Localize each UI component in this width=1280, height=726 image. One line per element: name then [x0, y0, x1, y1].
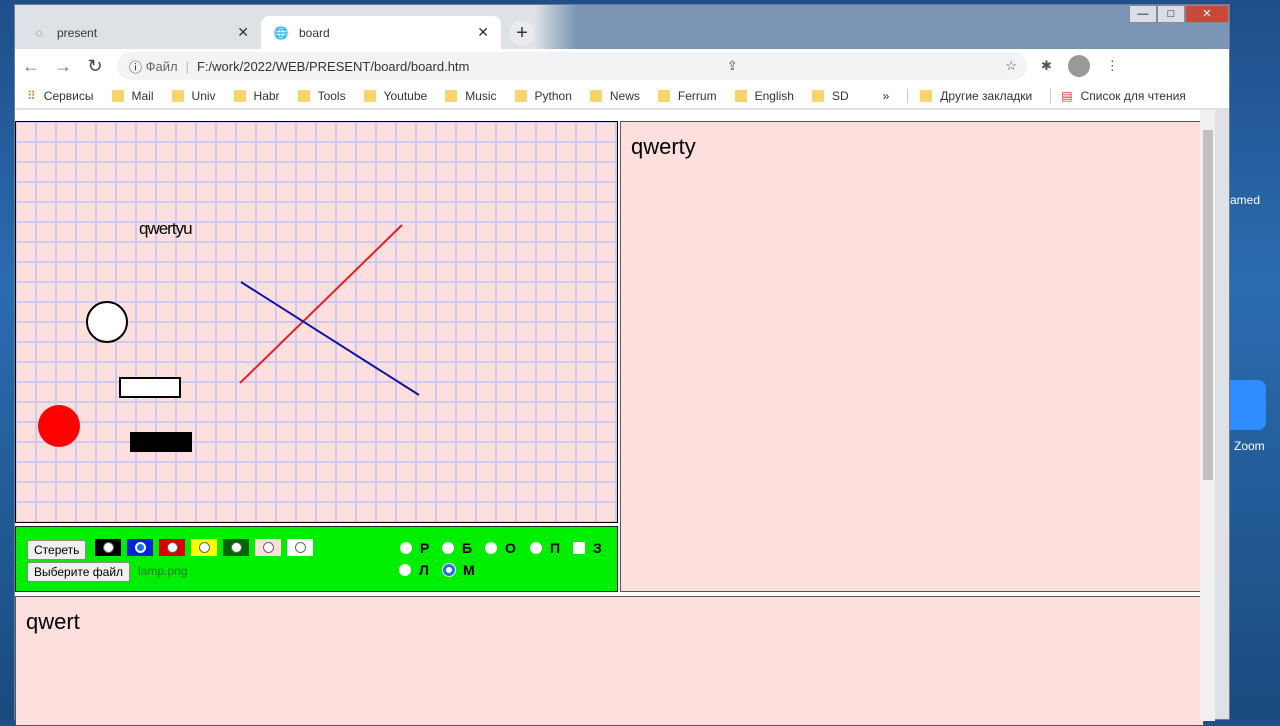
- close-tab-icon[interactable]: ✕: [477, 24, 489, 41]
- color-red[interactable]: [159, 539, 185, 556]
- menu-icon[interactable]: ⋮: [1106, 58, 1119, 74]
- loading-icon: ◌: [35, 25, 43, 40]
- url-text[interactable]: F:/work/2022/WEB/PRESENT/board/board.htm: [197, 59, 469, 74]
- bookmark-item[interactable]: Music: [445, 89, 497, 103]
- folder-icon: [363, 89, 376, 102]
- close-tab-icon[interactable]: ✕: [237, 24, 249, 41]
- bookmark-item[interactable]: Tools: [297, 89, 346, 103]
- bookmarks-bar: ⠿ Сервисы Mail Univ Habr Tools Youtube Mu…: [15, 83, 1229, 109]
- share-icon[interactable]: ⇪: [727, 58, 738, 74]
- reading-list[interactable]: ▤ Список для чтения: [1050, 88, 1186, 103]
- color-blue[interactable]: [127, 539, 153, 556]
- blue-line: [240, 281, 420, 396]
- close-window-button[interactable]: ✕: [1185, 5, 1229, 23]
- canvas-text: qwertyu: [139, 219, 192, 238]
- right-panel[interactable]: qwerty: [620, 121, 1204, 592]
- folder-icon: [171, 89, 184, 102]
- tab-strip: ◌ present ✕ 🌐 board ✕ + — □ ✕: [15, 5, 1229, 49]
- drawing-canvas[interactable]: qwertyu: [15, 121, 618, 523]
- scheme-label: Файл: [145, 58, 178, 74]
- forward-button[interactable]: →: [47, 56, 79, 77]
- folder-icon: [445, 89, 458, 102]
- folder-icon: [657, 89, 670, 102]
- scrollbar-thumb[interactable]: [1203, 130, 1213, 480]
- apps-grid-icon: ⠿: [27, 88, 36, 103]
- mode-radio-pi[interactable]: П: [530, 540, 560, 556]
- clear-button[interactable]: Стереть: [27, 540, 87, 560]
- folder-icon: [734, 89, 747, 102]
- tab-board[interactable]: 🌐 board ✕: [261, 16, 501, 49]
- mode-radio-b[interactable]: Б: [442, 540, 472, 556]
- bookmark-item[interactable]: SD: [811, 89, 849, 103]
- reload-button[interactable]: ↻: [79, 56, 111, 77]
- new-tab-button[interactable]: +: [509, 20, 535, 46]
- mode-radio-m[interactable]: М: [443, 562, 475, 578]
- globe-icon: 🌐: [273, 25, 289, 40]
- bookmark-item[interactable]: Univ: [171, 89, 216, 103]
- mode-radio-o[interactable]: О: [485, 540, 516, 556]
- bookmark-item[interactable]: News: [589, 89, 640, 103]
- info-icon[interactable]: ⓘ: [129, 57, 146, 76]
- browser-window: ◌ present ✕ 🌐 board ✕ + — □ ✕ ← → ↻ ⓘ Файл | F…: [14, 4, 1230, 726]
- color-pink[interactable]: [255, 539, 281, 556]
- bookmark-other[interactable]: Другие закладки: [907, 88, 1032, 103]
- reading-list-icon: ▤: [1061, 88, 1073, 103]
- choose-file-button[interactable]: Выберите файл: [27, 562, 131, 582]
- bookmark-item[interactable]: Ferrum: [657, 89, 717, 103]
- tool-panel: Стереть Выберите файл lamp.png Р Б О П З…: [15, 526, 618, 592]
- folder-icon: [111, 89, 124, 102]
- toolbar: ← → ↻ ⓘ Файл | F:/work/2022/WEB/PRESENT/…: [15, 49, 1229, 83]
- desktop-user-label[interactable]: amed: [1230, 193, 1260, 207]
- maximize-button[interactable]: □: [1157, 5, 1185, 23]
- bookmarks-overflow[interactable]: »: [883, 89, 890, 103]
- circle-shape: [86, 301, 128, 343]
- bookmark-item[interactable]: Youtube: [363, 89, 427, 103]
- desktop-zoom-label[interactable]: Zoom: [1234, 439, 1265, 453]
- scrollbar[interactable]: [1200, 110, 1215, 721]
- star-icon[interactable]: ☆: [1005, 58, 1017, 74]
- avatar[interactable]: [1067, 55, 1090, 77]
- bookmark-apps[interactable]: ⠿ Сервисы: [27, 89, 94, 103]
- mode-radio-p[interactable]: Р: [400, 540, 429, 556]
- bottom-panel[interactable]: qwert: [15, 596, 1204, 726]
- color-white[interactable]: [287, 539, 313, 556]
- tab-present[interactable]: ◌ present ✕: [19, 16, 261, 49]
- bookmark-item[interactable]: Python: [514, 89, 572, 103]
- color-yellow[interactable]: [191, 539, 217, 556]
- color-green[interactable]: [223, 539, 249, 556]
- folder-icon: [589, 89, 602, 102]
- filled-circle-shape: [38, 405, 80, 447]
- tab-title: board: [299, 25, 330, 40]
- mode-radio-l[interactable]: Л: [399, 562, 429, 578]
- extensions-icon[interactable]: ✱: [1041, 58, 1052, 74]
- folder-icon: [233, 89, 246, 102]
- red-line: [239, 224, 403, 384]
- bottom-panel-text: qwert: [26, 609, 80, 634]
- page-content: qwertyu Стереть Выберите файл lamp.png Р…: [15, 110, 1215, 726]
- file-name: lamp.png: [138, 564, 188, 578]
- rectangle-shape: [119, 377, 181, 398]
- bookmark-item[interactable]: Mail: [111, 89, 154, 103]
- bookmark-item[interactable]: Habr: [233, 89, 280, 103]
- right-panel-text: qwerty: [631, 134, 696, 159]
- address-bar[interactable]: ⓘ Файл | F:/work/2022/WEB/PRESENT/board/…: [117, 52, 1027, 80]
- mode-checkbox-z[interactable]: З: [573, 540, 602, 556]
- folder-icon: [920, 89, 933, 102]
- folder-icon: [514, 89, 527, 102]
- folder-icon: [297, 89, 310, 102]
- bookmark-item[interactable]: English: [734, 89, 794, 103]
- back-button[interactable]: ←: [15, 56, 47, 77]
- minimize-button[interactable]: —: [1129, 5, 1157, 23]
- color-black[interactable]: [95, 539, 121, 556]
- folder-icon: [811, 89, 824, 102]
- filled-rectangle-shape: [130, 432, 192, 452]
- tab-title: present: [57, 25, 98, 40]
